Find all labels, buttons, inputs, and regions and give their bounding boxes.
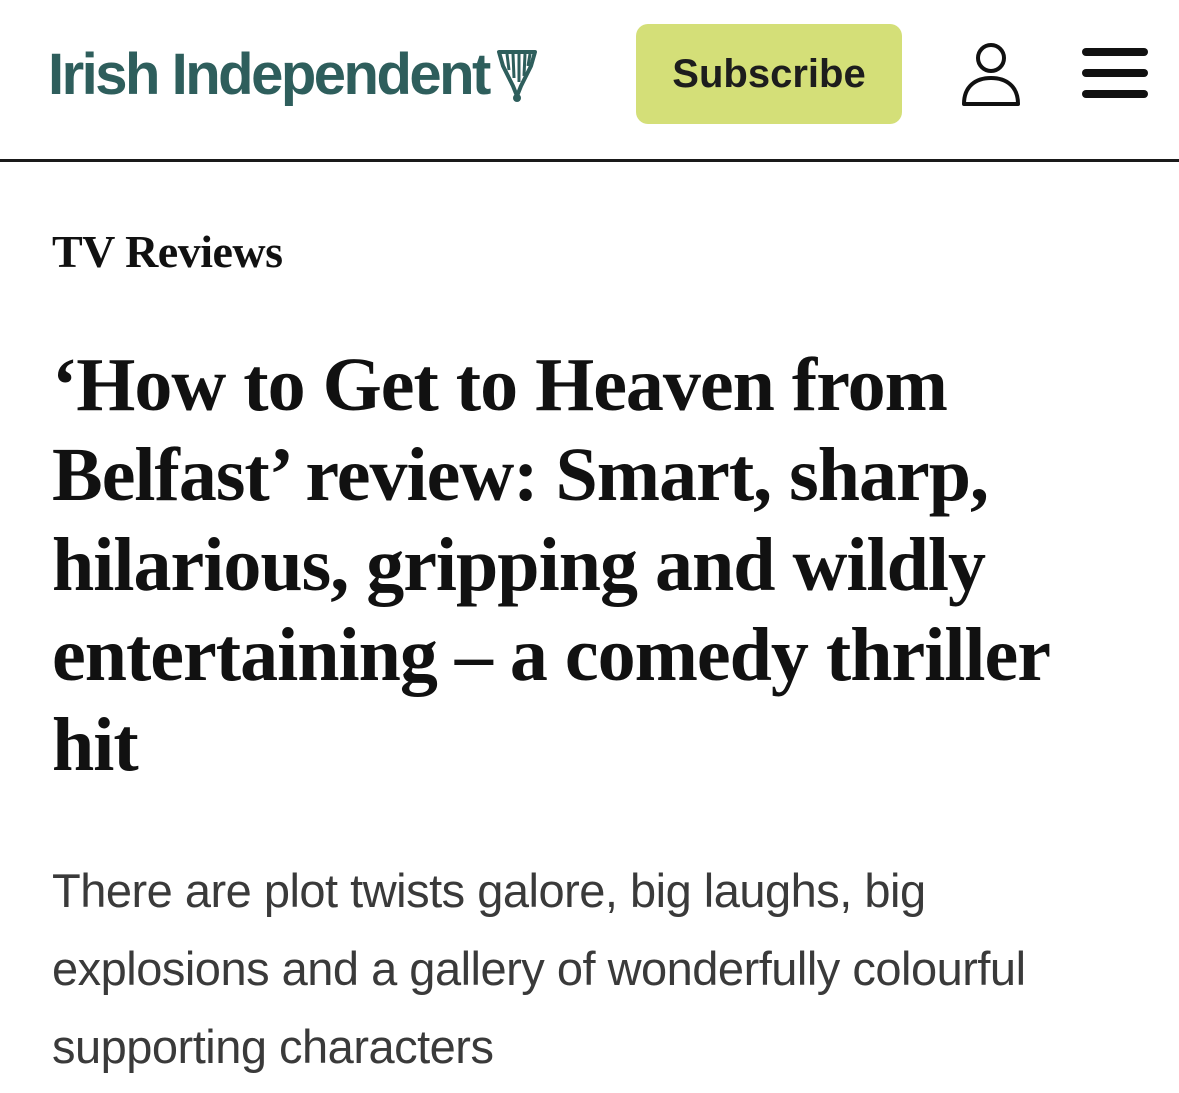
section-label[interactable]: TV Reviews: [52, 222, 283, 282]
harp-icon: [496, 50, 537, 102]
article-standfirst: There are plot twists galore, big laughs…: [52, 864, 1026, 1073]
brand-name: Irish Independent: [48, 42, 491, 107]
brand-logo-link[interactable]: Irish Independent: [48, 40, 539, 110]
site-header: Irish Independent Subscribe: [0, 0, 1179, 162]
article-headline: ‘How to Get to Heaven from Belfast’ revi…: [52, 343, 1050, 787]
user-icon[interactable]: [958, 40, 1024, 108]
hamburger-menu-icon[interactable]: [1080, 44, 1150, 102]
subscribe-button[interactable]: Subscribe: [636, 24, 902, 124]
